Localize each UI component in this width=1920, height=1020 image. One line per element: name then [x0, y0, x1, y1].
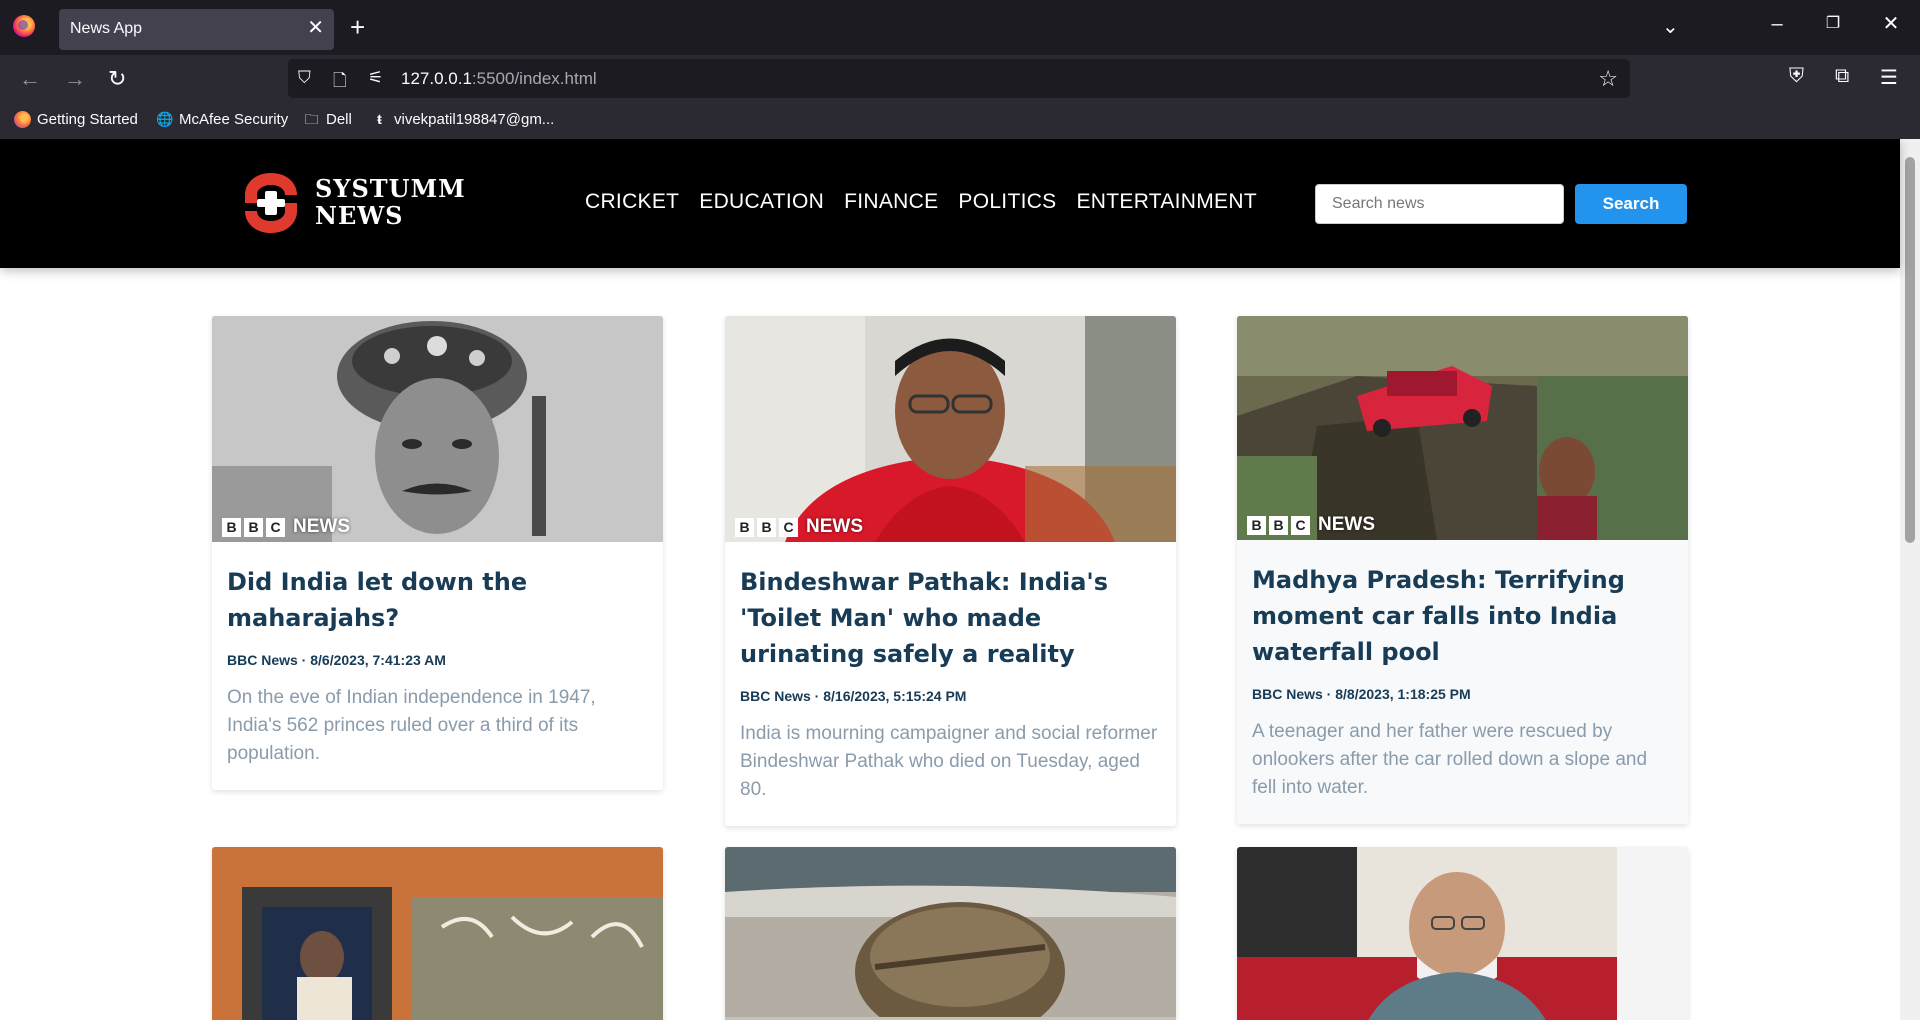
minimize-icon[interactable]: – — [1762, 11, 1792, 37]
tab-title: News App — [70, 20, 143, 37]
scrollbar-thumb[interactable] — [1905, 157, 1915, 543]
card-body: Did India let down the maharajahs? BBC N… — [212, 542, 663, 790]
news-card[interactable] — [1237, 847, 1688, 1020]
nav-education[interactable]: EDUCATION — [699, 190, 824, 214]
logo-icon — [245, 173, 297, 233]
chevron-down-icon[interactable]: ⌄ — [1662, 14, 1679, 39]
site-icon: ŧ — [377, 111, 382, 127]
nav-politics[interactable]: POLITICS — [958, 190, 1056, 214]
news-card[interactable] — [212, 847, 663, 1020]
bbc-news-logo: BBC NEWS — [222, 516, 350, 538]
nav-finance[interactable]: FINANCE — [844, 190, 938, 214]
pocket-icon[interactable]: ⛨ — [1789, 65, 1804, 88]
restore-icon[interactable]: ❐ — [1818, 11, 1848, 37]
reload-icon[interactable]: ↻ — [108, 67, 126, 91]
modi-seated-image — [1237, 847, 1688, 1020]
page-viewport: SYSTUMM NEWS CRICKET EDUCATION FINANCE P… — [0, 139, 1920, 1020]
nav-cricket[interactable]: CRICKET — [585, 190, 679, 214]
news-image: BBC NEWS — [212, 316, 663, 542]
page-scrollbar[interactable] — [1900, 139, 1920, 1020]
close-window-icon[interactable]: ✕ — [1876, 11, 1906, 37]
card-body: Madhya Pradesh: Terrifying moment car fa… — [1237, 540, 1688, 824]
site-header: SYSTUMM NEWS CRICKET EDUCATION FINANCE P… — [0, 139, 1900, 268]
search-input[interactable] — [1315, 184, 1564, 224]
bookmark-mcafee[interactable]: 🌐 McAfee Security — [156, 111, 288, 128]
bookmarks-bar: Getting Started 🌐 McAfee Security 🗀 Dell… — [0, 102, 1920, 139]
new-tab-icon[interactable]: + — [350, 13, 365, 41]
bookmark-label: Dell — [326, 111, 352, 128]
car-waterfall-image — [1237, 316, 1688, 540]
news-card[interactable] — [725, 847, 1176, 1020]
url-text[interactable]: 127.0.0.1:5500/index.html — [401, 69, 597, 89]
bookmark-email[interactable]: ŧ vivekpatil198847@gm... — [371, 111, 554, 128]
card-title[interactable]: Did India let down the maharajahs? — [227, 564, 648, 636]
site-logo[interactable]: SYSTUMM NEWS — [235, 167, 465, 239]
maharajah-portrait-image — [212, 316, 663, 542]
logo-line-2: NEWS — [315, 201, 404, 230]
folder-icon: 🗀 — [304, 111, 319, 127]
close-tab-icon[interactable]: ✕ — [307, 17, 324, 39]
news-card[interactable]: BBC NEWS Did India let down the maharaja… — [212, 316, 663, 790]
browser-toolbar: ← → ↻ ⛉ 🗋 ⚟ 127.0.0.1:5500/index.html ☆ … — [0, 55, 1920, 102]
debris-beach-image — [725, 847, 1176, 1020]
main-nav: CRICKET EDUCATION FINANCE POLITICS ENTER… — [585, 190, 1257, 214]
browser-tab[interactable]: News App ✕ — [59, 9, 334, 50]
firefox-icon — [14, 111, 31, 128]
card-description: On the eve of Indian independence in 194… — [227, 687, 596, 764]
news-card[interactable]: BBC NEWS Bindeshwar Pathak: India's 'Toi… — [725, 316, 1176, 826]
globe-icon: 🌐 — [156, 111, 174, 127]
bbc-news-logo: BBC NEWS — [735, 516, 863, 538]
logo-line-1: SYSTUMM — [315, 174, 466, 203]
card-meta: BBC News · 8/8/2023, 1:18:25 PM — [1252, 686, 1471, 702]
forward-icon[interactable]: → — [64, 67, 86, 91]
card-description: India is mourning campaigner and social … — [740, 723, 1158, 800]
card-description: A teenager and her father were rescued b… — [1252, 721, 1648, 798]
bbc-news-logo: BBC NEWS — [1247, 514, 1375, 536]
pathak-portrait-image — [725, 316, 1176, 542]
back-icon[interactable]: ← — [19, 67, 41, 91]
shield-icon[interactable]: ⛉ — [298, 68, 311, 88]
permissions-icon[interactable]: ⚟ — [368, 68, 383, 88]
menu-icon[interactable]: ☰ — [1880, 65, 1898, 90]
news-card[interactable]: BBC NEWS Madhya Pradesh: Terrifying mome… — [1237, 316, 1688, 824]
card-meta: BBC News · 8/6/2023, 7:41:23 AM — [227, 652, 446, 668]
browser-tab-bar: News App ✕ + ⌄ – ❐ ✕ — [0, 0, 1920, 55]
address-bar[interactable]: ⛉ 🗋 ⚟ 127.0.0.1:5500/index.html ☆ — [288, 59, 1630, 98]
firefox-icon — [13, 15, 35, 37]
nav-entertainment[interactable]: ENTERTAINMENT — [1076, 190, 1256, 214]
extensions-icon[interactable]: ⧉ — [1835, 65, 1849, 88]
card-meta: BBC News · 8/16/2023, 5:15:24 PM — [740, 688, 967, 704]
bookmark-star-icon[interactable]: ☆ — [1598, 66, 1618, 92]
card-body: Bindeshwar Pathak: India's 'Toilet Man' … — [725, 542, 1176, 826]
card-title[interactable]: Madhya Pradesh: Terrifying moment car fa… — [1252, 562, 1673, 670]
bookmark-getting-started[interactable]: Getting Started — [14, 111, 138, 128]
bookmark-label: McAfee Security — [179, 111, 289, 128]
search-button[interactable]: Search — [1575, 184, 1687, 224]
news-image: BBC NEWS — [1237, 316, 1688, 540]
card-title[interactable]: Bindeshwar Pathak: India's 'Toilet Man' … — [740, 564, 1161, 672]
page-icon[interactable]: 🗋 — [333, 68, 347, 97]
village-doorway-image — [212, 847, 663, 1020]
bookmark-label: Getting Started — [37, 111, 138, 128]
bookmark-label: vivekpatil198847@gm... — [394, 111, 555, 128]
news-image: BBC NEWS — [725, 316, 1176, 542]
logo-text: SYSTUMM NEWS — [315, 175, 466, 229]
bookmark-dell[interactable]: 🗀 Dell — [303, 111, 352, 128]
